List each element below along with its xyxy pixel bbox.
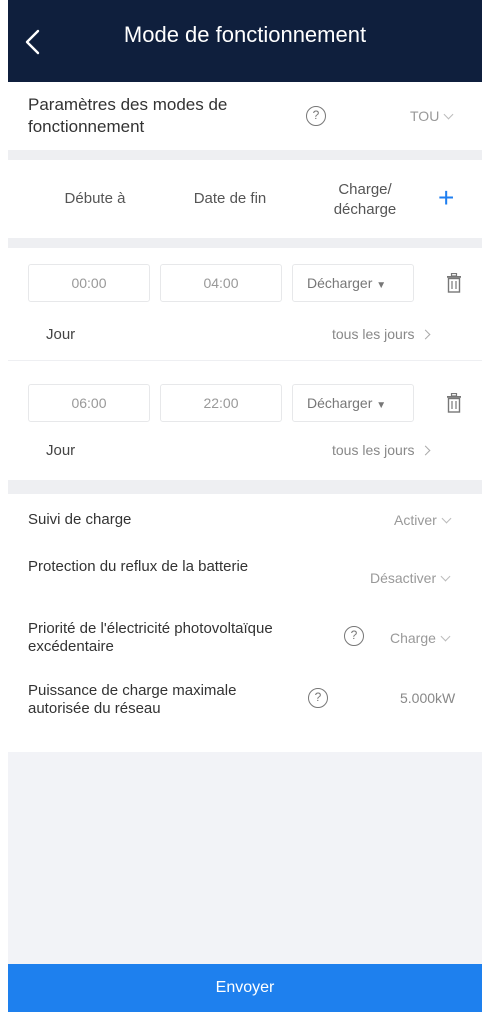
start-time-field[interactable]: 06:00 — [28, 384, 150, 422]
page-title: Mode de fonctionnement — [123, 22, 367, 47]
mode-select[interactable]: TOU — [410, 108, 454, 124]
help-icon[interactable]: ? — [344, 626, 364, 646]
pv-surplus-priority-label: Priorité de l'électricité photovoltaïque… — [28, 620, 273, 655]
pv-surplus-priority-value: Charge — [390, 630, 436, 646]
mode-label: Paramètres des modes de fonctionnement — [28, 95, 228, 136]
empty-area — [8, 752, 482, 964]
column-charge-discharge: Charge/ décharge — [333, 181, 397, 218]
battery-backflow-label: Protection du reflux de la batterie — [28, 558, 249, 575]
mode-value: TOU — [410, 108, 440, 124]
load-tracking-label: Suivi de charge — [28, 511, 132, 528]
end-time-field[interactable]: 22:00 — [160, 384, 282, 422]
trash-icon[interactable] — [446, 393, 462, 413]
chevron-down-icon — [443, 109, 454, 120]
dropdown-icon: ▼ — [376, 400, 387, 411]
app-header: Mode de fonctionnement — [8, 0, 482, 82]
day-select[interactable]: tous les jours — [332, 326, 431, 342]
day-value: tous les jours — [332, 326, 415, 342]
action-value: Décharger — [307, 395, 373, 411]
day-select[interactable]: tous les jours — [332, 442, 431, 458]
column-start: Débute à — [64, 190, 126, 207]
chevron-right-icon — [421, 445, 431, 456]
end-time-field[interactable]: 04:00 — [160, 264, 282, 302]
dropdown-icon: ▼ — [376, 280, 387, 291]
trash-icon[interactable] — [446, 273, 462, 293]
chevron-down-icon — [440, 571, 451, 582]
column-end: Date de fin — [193, 190, 267, 207]
battery-backflow-value: Désactiver — [370, 570, 437, 586]
action-select[interactable]: Décharger ▼ — [292, 264, 414, 302]
help-icon[interactable]: ? — [306, 106, 326, 126]
chevron-right-icon — [421, 329, 431, 340]
pv-surplus-priority-select[interactable]: Charge — [390, 630, 451, 646]
max-grid-charge-power-label: Puissance de charge maximale autorisée d… — [28, 682, 237, 717]
divider — [8, 360, 482, 361]
day-label: Jour — [46, 442, 76, 459]
action-select[interactable]: Décharger ▼ — [292, 384, 414, 422]
chevron-down-icon — [440, 631, 451, 642]
battery-backflow-select[interactable]: Désactiver — [370, 570, 451, 586]
day-value: tous les jours — [332, 442, 415, 458]
divider — [8, 238, 482, 248]
divider — [8, 150, 482, 160]
add-period-button[interactable]: + — [438, 184, 454, 212]
max-grid-charge-power-value[interactable]: 5.000kW — [400, 690, 455, 706]
load-tracking-select[interactable]: Activer — [394, 512, 452, 528]
divider — [8, 480, 482, 494]
submit-button[interactable]: Envoyer — [8, 964, 482, 1012]
day-label: Jour — [46, 326, 76, 343]
load-tracking-value: Activer — [394, 512, 437, 528]
start-time-field[interactable]: 00:00 — [28, 264, 150, 302]
chevron-down-icon — [441, 513, 452, 524]
help-icon[interactable]: ? — [308, 688, 328, 708]
action-value: Décharger — [307, 275, 373, 291]
